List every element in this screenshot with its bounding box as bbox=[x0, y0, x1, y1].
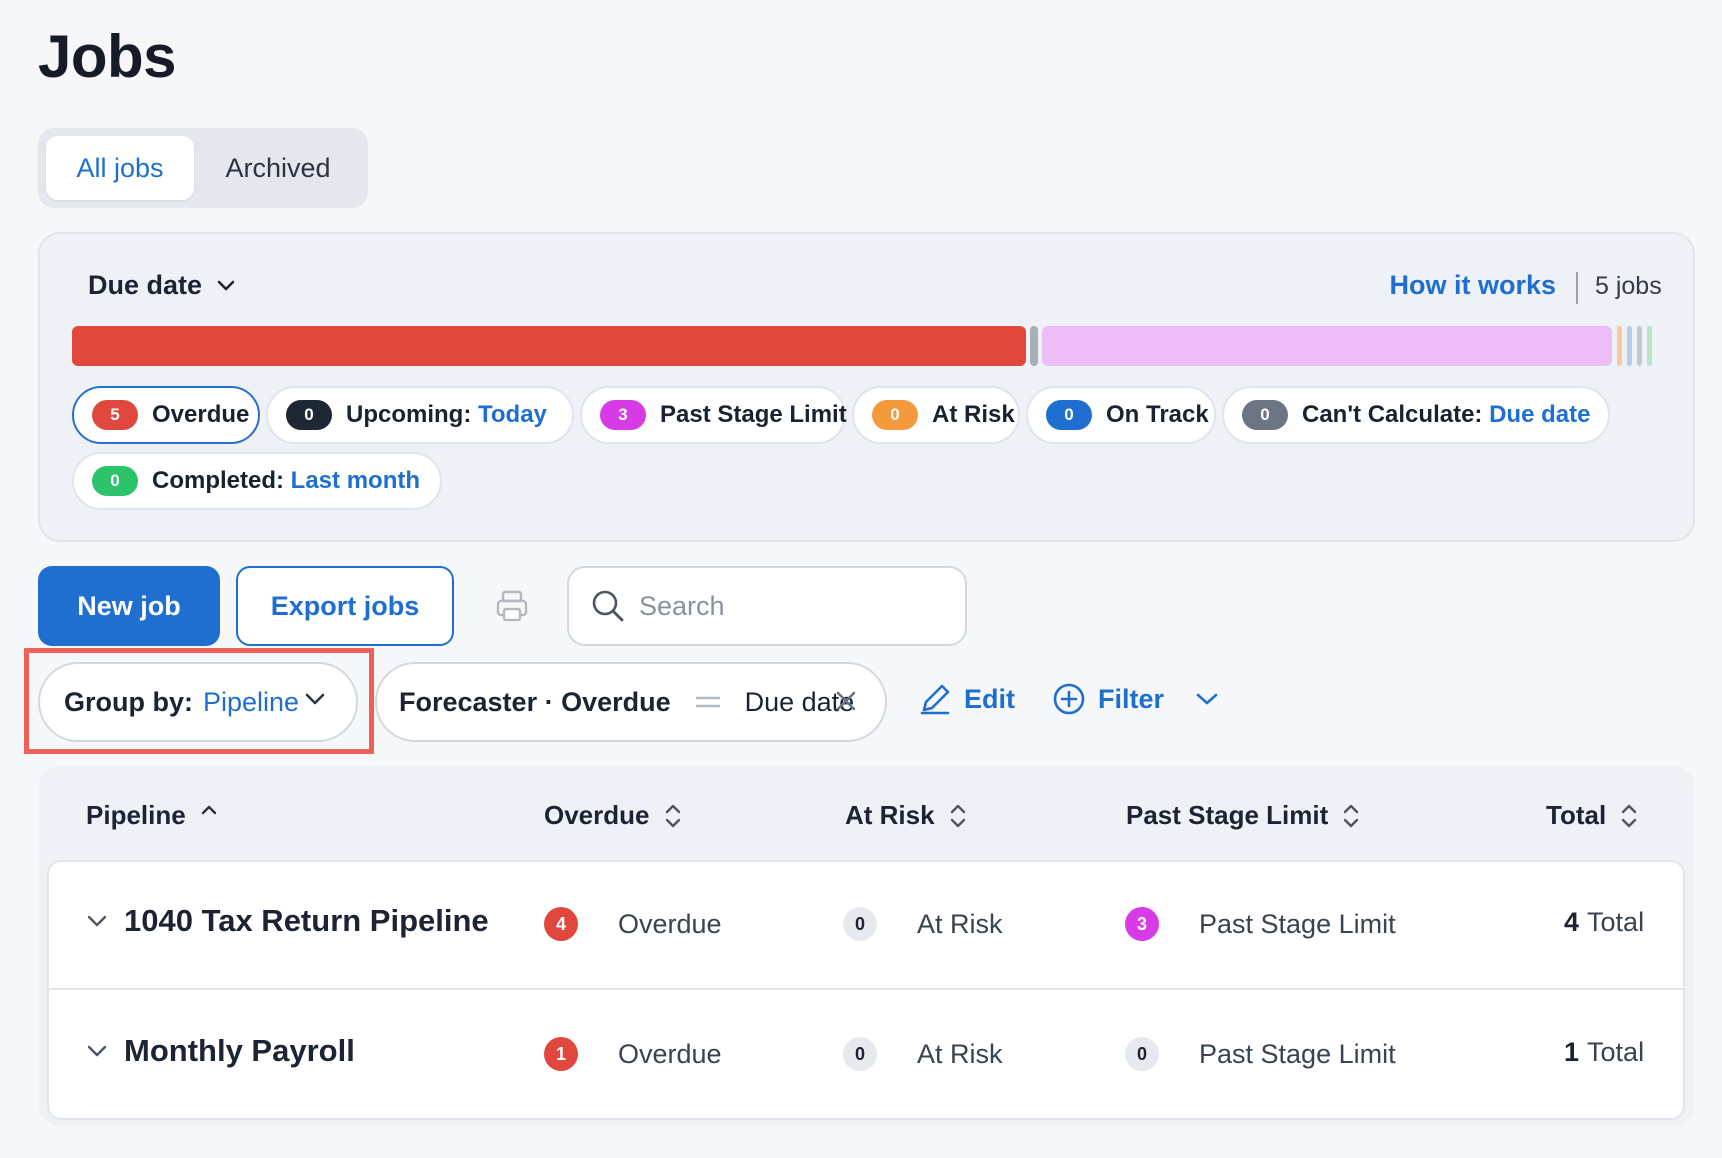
how-it-works-link[interactable]: How it works bbox=[1389, 270, 1556, 301]
overdue-cell: 4 Overdue bbox=[544, 907, 722, 941]
count-badge: 3 bbox=[1125, 907, 1159, 941]
column-header-total[interactable]: Total bbox=[1546, 800, 1638, 831]
cell-label: Past Stage Limit bbox=[1199, 908, 1396, 939]
cell-label: Total bbox=[1587, 1037, 1645, 1067]
past-stage-limit-cell: 3 Past Stage Limit bbox=[1125, 907, 1396, 941]
page-title: Jobs bbox=[38, 23, 177, 90]
search-input[interactable] bbox=[639, 590, 939, 622]
count-badge: 0 bbox=[1125, 1037, 1159, 1071]
count-badge: 0 bbox=[1242, 400, 1288, 430]
chip-label: At Risk bbox=[932, 401, 1015, 428]
sort-icon bbox=[950, 804, 965, 827]
chip-label: On Track bbox=[1106, 401, 1209, 428]
sort-icon bbox=[1344, 804, 1359, 827]
chip-label: Overdue bbox=[152, 401, 250, 428]
sort-icon bbox=[1621, 804, 1637, 827]
count-badge: 0 bbox=[843, 907, 877, 941]
highlight-box bbox=[24, 648, 374, 754]
due-date-dropdown[interactable]: Due date bbox=[88, 270, 236, 301]
chip-overdue[interactable]: 5 Overdue bbox=[72, 386, 260, 444]
past-stage-limit-cell: 0 Past Stage Limit bbox=[1125, 1037, 1396, 1071]
view-tabs: All jobs Archived bbox=[38, 128, 368, 208]
tab-archived[interactable]: Archived bbox=[198, 136, 358, 200]
chevron-down-icon[interactable] bbox=[86, 913, 108, 929]
overdue-cell: 1 Overdue bbox=[544, 1037, 722, 1071]
printer-icon[interactable] bbox=[494, 588, 530, 624]
equals-icon bbox=[695, 696, 720, 708]
column-header-past-stage-limit[interactable]: Past Stage Limit bbox=[1126, 800, 1360, 831]
chip-label: Past Stage Limit bbox=[660, 401, 847, 428]
chip-past-stage-limit[interactable]: 3 Past Stage Limit bbox=[580, 386, 847, 444]
filter-field: Forecaster · Overdue bbox=[399, 686, 671, 717]
count-badge: 0 bbox=[92, 466, 138, 496]
sort-icon bbox=[665, 804, 680, 827]
cell-label: Total bbox=[1587, 907, 1645, 937]
search-icon bbox=[592, 590, 624, 622]
chip-completed[interactable]: 0 Completed: Last month bbox=[72, 452, 442, 510]
cell-label: Past Stage Limit bbox=[1199, 1038, 1396, 1069]
chip-at-risk[interactable]: 0 At Risk bbox=[852, 386, 1020, 444]
chip-label: Completed: Last month bbox=[152, 467, 420, 494]
count-badge: 0 bbox=[843, 1037, 877, 1071]
search-box[interactable] bbox=[567, 566, 967, 646]
table-body bbox=[47, 860, 1685, 1120]
total-cell: 1 Total bbox=[1564, 1037, 1644, 1068]
chevron-down-icon bbox=[1196, 693, 1218, 705]
filter-button[interactable]: Filter bbox=[1052, 682, 1220, 716]
row-divider bbox=[49, 988, 1683, 990]
active-filter-chip[interactable]: Forecaster · Overdue Due date bbox=[375, 662, 887, 742]
bar-segment-on-track[interactable] bbox=[1627, 326, 1632, 366]
cell-label: Overdue bbox=[618, 1038, 722, 1069]
cell-label: Overdue bbox=[618, 908, 722, 939]
count-badge: 5 bbox=[92, 400, 138, 430]
chevron-down-icon bbox=[217, 280, 235, 290]
cell-label: At Risk bbox=[917, 908, 1003, 939]
pipeline-name: Monthly Payroll bbox=[124, 1033, 355, 1068]
total-cell: 4 Total bbox=[1564, 907, 1644, 938]
column-header-pipeline[interactable]: Pipeline bbox=[86, 800, 218, 831]
bar-segment-upcoming[interactable] bbox=[1030, 326, 1038, 366]
column-header-overdue[interactable]: Overdue bbox=[544, 800, 682, 831]
chip-label: Upcoming: Today bbox=[346, 401, 547, 428]
table-row[interactable]: Monthly Payroll bbox=[86, 1033, 355, 1069]
jobs-count: 5 jobs bbox=[1595, 272, 1662, 300]
filter-label: Filter bbox=[1098, 683, 1165, 714]
plus-circle-icon bbox=[1053, 683, 1085, 715]
count-badge: 3 bbox=[600, 400, 646, 430]
chip-label: Can't Calculate: Due date bbox=[1302, 401, 1591, 428]
edit-button[interactable]: Edit bbox=[918, 682, 1015, 716]
at-risk-cell: 0 At Risk bbox=[843, 1037, 1003, 1071]
bar-segment-completed[interactable] bbox=[1647, 326, 1652, 366]
chip-upcoming[interactable]: 0 Upcoming: Today bbox=[266, 386, 574, 444]
total-count: 1 bbox=[1564, 1037, 1580, 1067]
total-count: 4 bbox=[1564, 907, 1580, 937]
bar-segment-cant-calculate[interactable] bbox=[1637, 326, 1642, 366]
count-badge: 0 bbox=[872, 400, 918, 430]
chip-on-track[interactable]: 0 On Track bbox=[1026, 386, 1216, 444]
divider bbox=[1576, 272, 1578, 304]
sort-ascending-icon bbox=[201, 805, 216, 814]
at-risk-cell: 0 At Risk bbox=[843, 907, 1003, 941]
edit-label: Edit bbox=[964, 683, 1015, 714]
pipeline-name: 1040 Tax Return Pipeline bbox=[124, 903, 489, 938]
count-badge: 0 bbox=[1046, 400, 1092, 430]
chevron-down-icon[interactable] bbox=[86, 1043, 108, 1059]
count-badge: 0 bbox=[286, 400, 332, 430]
pencil-icon bbox=[920, 684, 950, 715]
count-badge: 1 bbox=[544, 1037, 578, 1071]
new-job-button[interactable]: New job bbox=[38, 566, 220, 646]
export-jobs-button[interactable]: Export jobs bbox=[236, 566, 454, 646]
due-date-label: Due date bbox=[88, 270, 203, 300]
bar-segment-at-risk[interactable] bbox=[1617, 326, 1622, 366]
cell-label: At Risk bbox=[917, 1038, 1003, 1069]
count-badge: 4 bbox=[544, 907, 578, 941]
close-icon[interactable] bbox=[833, 688, 859, 714]
bar-segment-overdue[interactable] bbox=[72, 326, 1026, 366]
tab-all-jobs[interactable]: All jobs bbox=[46, 136, 194, 200]
chip-cant-calculate[interactable]: 0 Can't Calculate: Due date bbox=[1222, 386, 1610, 444]
bar-segment-past-stage-limit[interactable] bbox=[1042, 326, 1612, 366]
column-header-at-risk[interactable]: At Risk bbox=[845, 800, 967, 831]
table-row[interactable]: 1040 Tax Return Pipeline bbox=[86, 903, 489, 939]
